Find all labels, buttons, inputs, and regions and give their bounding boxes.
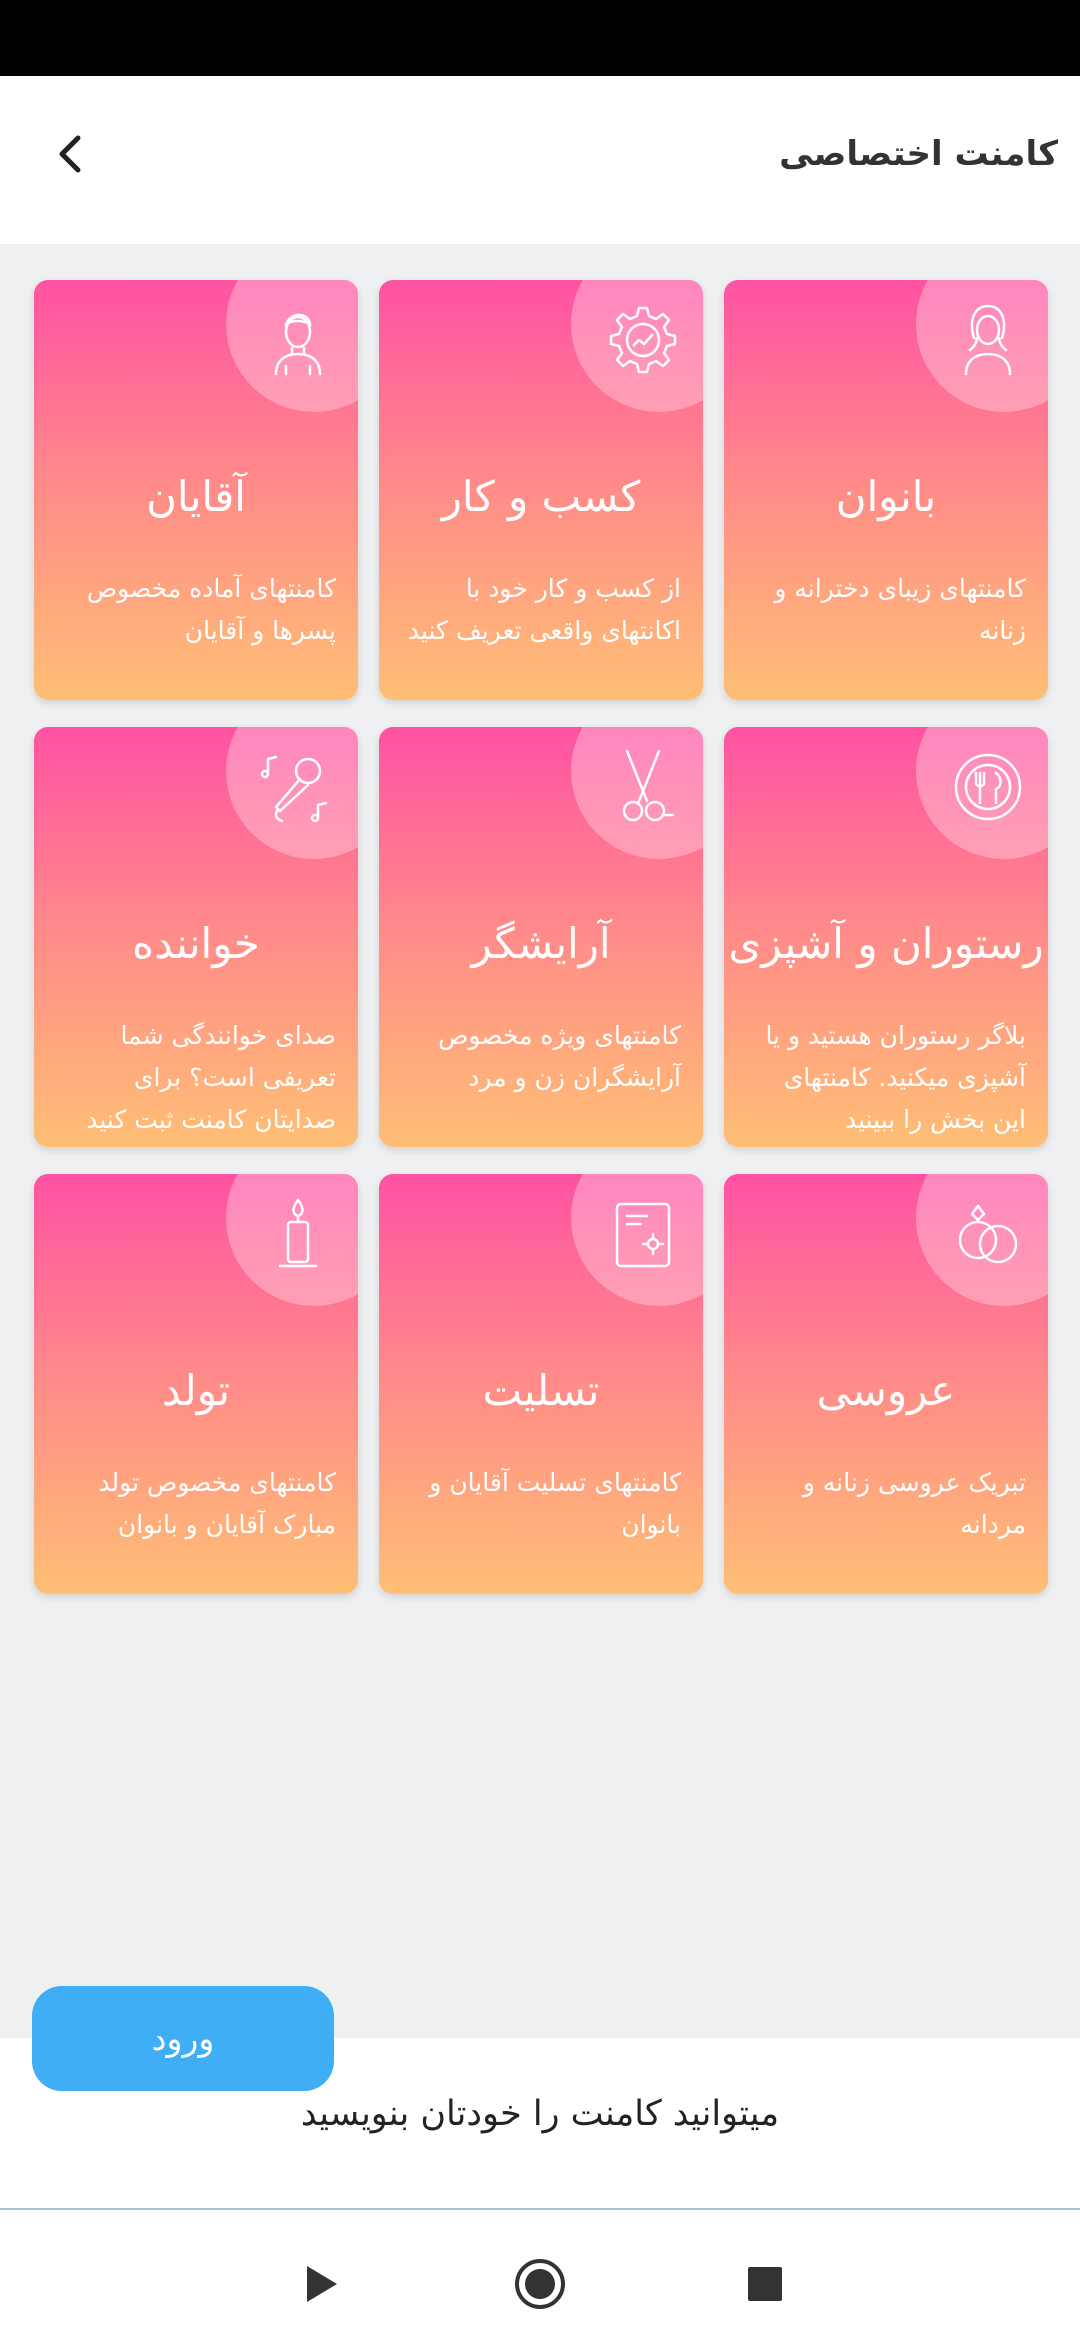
category-description: کامنتهای مخصوص تولد مبارک آقایان و بانوا… [98, 1468, 336, 1539]
page-title: کامنت اختصاصی [779, 134, 1058, 174]
back-button[interactable] [40, 126, 100, 186]
category-description: از کسب و کار خود با اکانتهای واقعی تعریف… [407, 574, 681, 645]
category-grid: بانوان کامنتهای زیبای دخترانه و زنانه کس… [34, 280, 1048, 1594]
category-card-women[interactable]: بانوان کامنتهای زیبای دخترانه و زنانه [724, 280, 1048, 700]
category-title: تسلیت [482, 1366, 600, 1415]
woman-icon [946, 298, 1030, 382]
man-icon [256, 298, 340, 382]
play-triangle-icon [290, 2266, 350, 2318]
category-card-men[interactable]: آقایان کامنتهای آماده مخصوص پسرها و آقای… [34, 280, 358, 700]
category-title: تولد [161, 1366, 231, 1415]
category-card-condolence[interactable]: تسلیت کامنتهای تسلیت آقایان و بانوان [379, 1174, 703, 1594]
home-circle-icon [510, 2259, 570, 2318]
app-bar: کامنت اختصاصی [0, 76, 1080, 244]
category-card-business[interactable]: کسب و کار از کسب و کار خود با اکانتهای و… [379, 280, 703, 700]
chevron-left-icon [52, 132, 88, 180]
category-title: آقایان [146, 472, 246, 521]
microphone-icon [256, 745, 340, 829]
nav-back-button[interactable] [290, 2254, 350, 2314]
category-card-wedding[interactable]: عروسی تبریک عروسی زنانه و مردانه [724, 1174, 1048, 1594]
nav-recents-button[interactable] [735, 2254, 795, 2314]
write-own-comment-text[interactable]: میتوانید کامنت را خودتان بنویسید [0, 2094, 1080, 2134]
candle-icon [256, 1192, 340, 1276]
square-icon [735, 2267, 795, 2318]
category-description: کامنتهای آماده مخصوص پسرها و آقایان [86, 574, 336, 645]
category-description: کامنتهای ویژه مخصوص آرایشگران زن و مرد [438, 1021, 681, 1092]
category-description: کامنتهای تسلیت آقایان و بانوان [429, 1468, 681, 1539]
category-title: بانوان [835, 472, 937, 521]
gear-chart-icon [601, 298, 685, 382]
category-title: عروسی [816, 1366, 956, 1415]
category-card-birthday[interactable]: تولد کامنتهای مخصوص تولد مبارک آقایان و … [34, 1174, 358, 1594]
category-card-restaurant[interactable]: رستوران و آشپزی بلاگر رستوران هستید و یا… [724, 727, 1048, 1147]
nav-home-button[interactable] [510, 2254, 570, 2314]
category-description: بلاگر رستوران هستید و یا آشپزی میکنید. ک… [765, 1021, 1026, 1134]
rings-icon [946, 1192, 1030, 1276]
category-title: رستوران و آشپزی [728, 919, 1044, 968]
scissors-icon [601, 745, 685, 829]
condolence-card-icon [601, 1192, 685, 1276]
category-card-hairdresser[interactable]: آرایشگر کامنتهای ویژه مخصوص آرایشگران زن… [379, 727, 703, 1147]
category-title: خواننده [132, 919, 260, 968]
category-card-singer[interactable]: خواننده صدای خوانندگی شما تعریفی است؟ بر… [34, 727, 358, 1147]
category-description: تبریک عروسی زنانه و مردانه [802, 1468, 1026, 1539]
category-title: کسب و کار [441, 472, 641, 521]
category-title: آرایشگر [471, 919, 611, 968]
system-nav-bar [0, 2208, 1080, 2340]
login-button[interactable]: ورود [32, 1986, 334, 2091]
category-description: کامنتهای زیبای دخترانه و زنانه [774, 574, 1026, 645]
plate-cutlery-icon [946, 745, 1030, 829]
status-bar [0, 0, 1080, 76]
category-description: صدای خوانندگی شما تعریفی است؟ برای صدایت… [86, 1021, 336, 1134]
